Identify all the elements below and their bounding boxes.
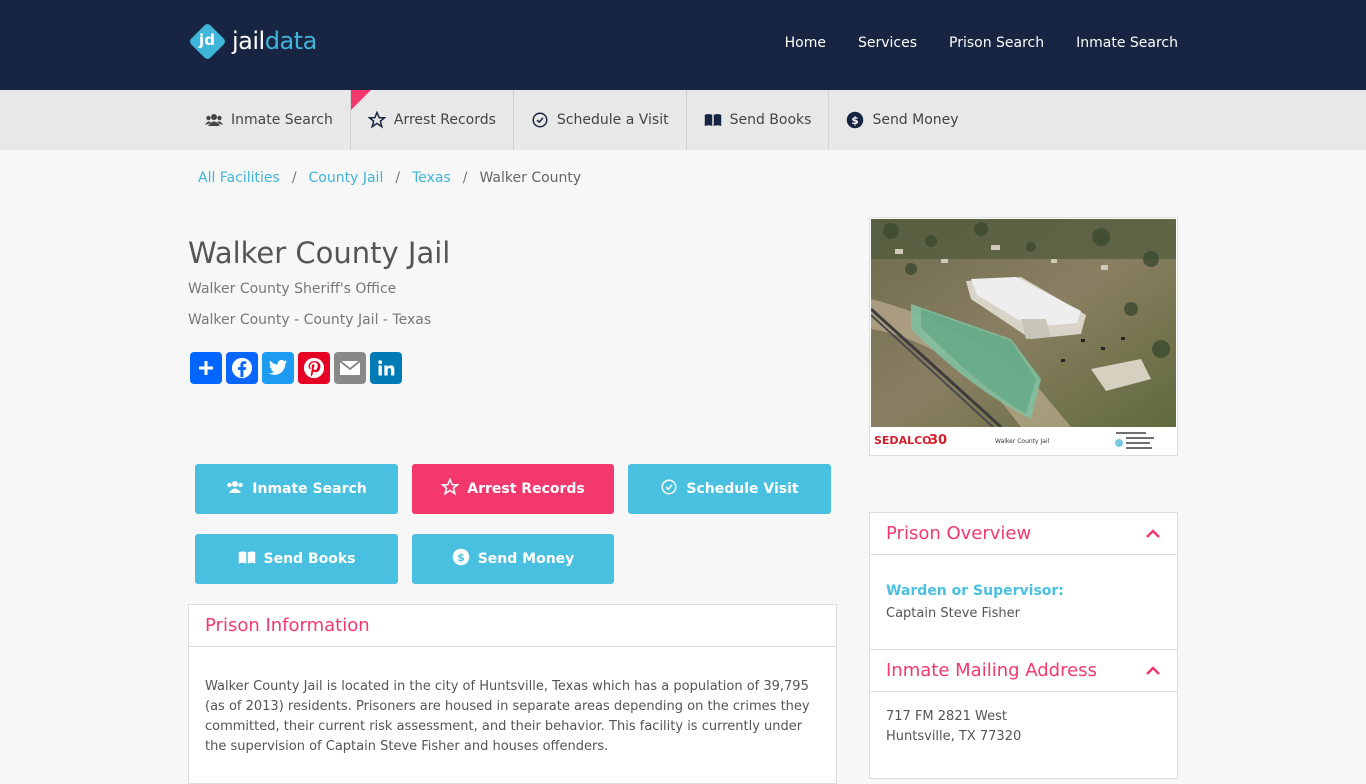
subnav-schedule-visit[interactable]: Schedule a Visit <box>514 90 687 150</box>
breadcrumb-texas[interactable]: Texas <box>412 170 451 186</box>
inmate-mailing-address-panel: Inmate Mailing Address 717 FM 2821 West … <box>869 649 1178 779</box>
address-line-1: 717 FM 2821 West <box>886 709 1007 724</box>
nav-home[interactable]: Home <box>785 35 826 51</box>
subnav-label: Schedule a Visit <box>556 112 669 128</box>
warden-label: Warden or Supervisor: <box>886 583 1064 599</box>
nav-inmate-search[interactable]: Inmate Search <box>1076 35 1178 51</box>
users-icon <box>205 111 223 129</box>
send-money-button[interactable]: $ Send Money <box>412 534 614 584</box>
prison-information-panel: Prison Information Walker County Jail is… <box>188 604 837 784</box>
logo-badge-icon: jd <box>188 22 227 61</box>
warden-name: Captain Steve Fisher <box>886 606 1021 621</box>
subnav-label: Inmate Search <box>231 112 333 128</box>
clock-icon <box>660 478 678 500</box>
aerial-photo-image: SEDALCO 30 Walker County Jail <box>869 219 1176 454</box>
facility-photo: SEDALCO 30 Walker County Jail <box>869 217 1178 456</box>
share-plus-icon[interactable] <box>190 352 222 384</box>
subnav-arrest-records[interactable]: Arrest Records <box>350 90 514 150</box>
chevron-up-icon[interactable] <box>1145 526 1161 542</box>
breadcrumb-county-jail[interactable]: County Jail <box>309 170 384 186</box>
svg-text:$: $ <box>852 115 859 127</box>
subnav-label: Arrest Records <box>393 112 496 128</box>
breadcrumb-separator: / <box>291 170 297 186</box>
star-icon <box>367 111 386 129</box>
address-line-2: Huntsville, TX 77320 <box>886 729 1022 744</box>
subnav-label: Send Money <box>872 112 959 128</box>
new-flag <box>350 90 371 110</box>
photo-brand: SEDALCO <box>874 434 932 447</box>
button-label: Send Money <box>477 551 575 567</box>
subnav-send-books[interactable]: Send Books <box>687 90 830 150</box>
button-label: Schedule Visit <box>686 481 799 497</box>
panel-title: Prison Information <box>205 615 370 636</box>
main-nav: Home Services Prison Search Inmate Searc… <box>785 35 1178 51</box>
facility-category: Walker County - County Jail - Texas <box>188 312 432 328</box>
prison-overview-panel: Prison Overview Warden or Supervisor: Ca… <box>869 512 1178 650</box>
email-icon[interactable] <box>334 352 366 384</box>
send-books-button[interactable]: Send Books <box>195 534 398 584</box>
book-icon <box>704 111 722 129</box>
top-header: jd jaildata Home Services Prison Search … <box>0 0 1366 90</box>
facebook-icon[interactable] <box>226 352 258 384</box>
panel-title: Prison Overview <box>886 523 1032 544</box>
linkedin-icon[interactable] <box>370 352 402 384</box>
breadcrumb-all-facilities[interactable]: All Facilities <box>198 170 280 186</box>
facility-agency: Walker County Sheriff's Office <box>188 281 397 297</box>
site-logo[interactable]: jd jaildata <box>188 22 318 61</box>
photo-brand-number: 30 <box>929 433 947 448</box>
chevron-up-icon[interactable] <box>1145 663 1161 679</box>
button-label: Inmate Search <box>252 481 367 497</box>
logo-text-prefix: jail <box>232 27 265 55</box>
breadcrumb-separator: / <box>462 170 468 186</box>
users-icon <box>226 480 244 498</box>
arrest-records-button[interactable]: Arrest Records <box>412 464 614 514</box>
page-title: Walker County Jail <box>188 236 451 270</box>
panel-header[interactable]: Inmate Mailing Address <box>870 650 1177 692</box>
photo-caption: Walker County Jail <box>995 438 1050 445</box>
clock-icon <box>531 111 549 129</box>
services-subnav: Inmate Search Arrest Records Schedule a … <box>0 90 1366 150</box>
nav-services[interactable]: Services <box>858 35 917 51</box>
subnav-label: Send Books <box>729 112 812 128</box>
subnav-send-money[interactable]: $ Send Money <box>829 90 975 150</box>
panel-title: Inmate Mailing Address <box>886 660 1097 681</box>
subnav-inmate-search[interactable]: Inmate Search <box>188 90 351 150</box>
svg-text:$: $ <box>457 552 464 564</box>
prison-information-text: Walker County Jail is located in the cit… <box>205 679 810 754</box>
button-label: Arrest Records <box>467 481 585 497</box>
breadcrumb-current: Walker County <box>479 170 582 186</box>
schedule-visit-button[interactable]: Schedule Visit <box>628 464 831 514</box>
nav-prison-search[interactable]: Prison Search <box>949 35 1044 51</box>
share-bar <box>190 352 402 384</box>
panel-header[interactable]: Prison Overview <box>870 513 1177 555</box>
breadcrumb: All Facilities / County Jail / Texas / W… <box>198 170 581 186</box>
breadcrumb-separator: / <box>395 170 401 186</box>
dollar-icon: $ <box>846 111 864 129</box>
book-icon <box>238 550 256 569</box>
star-icon <box>440 477 460 500</box>
inmate-search-button[interactable]: Inmate Search <box>195 464 398 514</box>
button-label: Send Books <box>263 551 356 567</box>
dollar-icon: $ <box>452 548 470 570</box>
panel-header: Prison Information <box>189 605 836 647</box>
twitter-icon[interactable] <box>262 352 294 384</box>
logo-text-suffix: data <box>264 27 318 55</box>
pinterest-icon[interactable] <box>298 352 330 384</box>
